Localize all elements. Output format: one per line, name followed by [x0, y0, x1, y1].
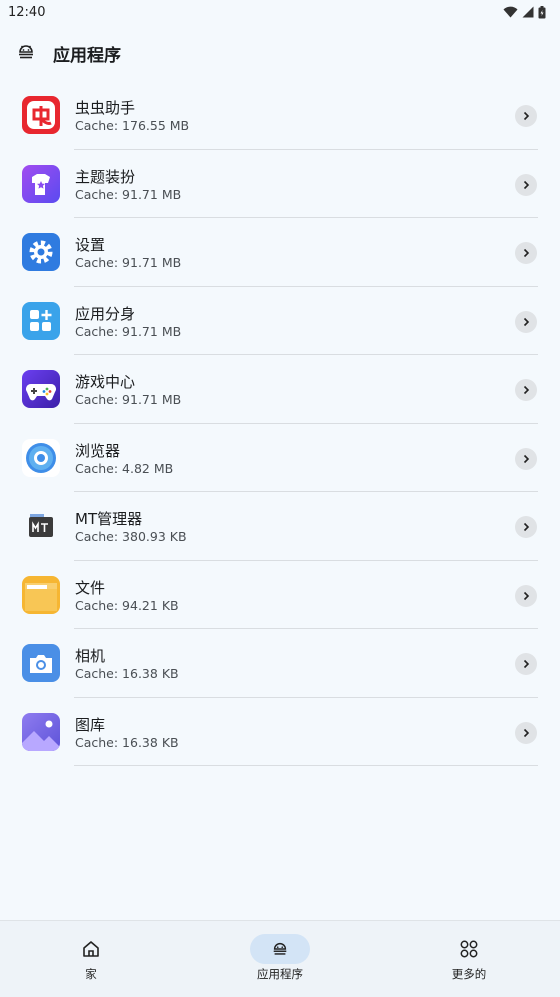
signal-icon [522, 6, 534, 18]
app-name: 应用分身 [75, 304, 136, 323]
chevron-right-icon[interactable] [515, 310, 537, 333]
list-item[interactable]: 浏览器 Cache: 4.82 MB [0, 424, 560, 492]
app-cache: Cache: 91.71 MB [75, 392, 182, 407]
divider [74, 765, 538, 766]
app-name: 浏览器 [75, 441, 121, 460]
list-item[interactable]: MT管理器 Cache: 380.93 KB [0, 492, 560, 561]
more-grid-icon [460, 940, 478, 958]
list-item[interactable]: 相机 Cache: 16.38 KB [0, 629, 560, 698]
app-cache: Cache: 91.71 MB [75, 186, 182, 202]
app-cache: Cache: 4.82 MB [75, 460, 174, 476]
list-item[interactable]: 文件 Cache: 94.21 KB [0, 561, 560, 629]
app-name: 相机 [75, 647, 106, 665]
chevron-right-icon[interactable] [515, 447, 537, 470]
home-icon [83, 941, 99, 957]
gallery-icon [22, 712, 60, 751]
list-item[interactable]: 图库 Cache: 16.38 KB [0, 698, 560, 766]
chevron-right-icon[interactable] [515, 242, 537, 264]
status-icons [503, 5, 546, 19]
chevron-right-icon[interactable] [515, 721, 537, 744]
chevron-right-icon[interactable] [515, 516, 537, 538]
app-cache: Cache: 16.38 KB [75, 734, 179, 750]
settings-icon [22, 233, 60, 271]
list-item[interactable]: 设置 Cache: 91.71 MB [0, 218, 560, 287]
nav-apps-pill [250, 934, 310, 964]
list-item[interactable]: 游戏中心 Cache: 91.71 MB [0, 355, 560, 424]
app-cache: Cache: 94.21 KB [75, 597, 179, 613]
nav-home-pill [61, 934, 121, 964]
nav-more-label: 更多的 [451, 967, 487, 981]
camera-icon [22, 644, 60, 682]
page-title: 应用程序 [53, 46, 121, 66]
app-cache: Cache: 91.71 MB [75, 323, 182, 339]
app-cache: Cache: 16.38 KB [75, 666, 179, 681]
chevron-right-icon[interactable] [515, 379, 537, 401]
app-cache: Cache: 91.71 MB [75, 255, 182, 270]
app-name: 虫虫助手 [75, 99, 136, 117]
app-name: MT管理器 [75, 510, 143, 528]
nav-more-pill [439, 934, 499, 964]
list-item[interactable]: 虫虫助手 Cache: 176.55 MB [0, 81, 560, 150]
status-time: 12:40 [8, 4, 46, 20]
nav-item-apps[interactable]: 应用程序 [220, 921, 340, 997]
android-apps-icon[interactable] [16, 42, 36, 62]
mt-manager-icon [22, 507, 60, 545]
theme-icon [22, 164, 60, 203]
list-item[interactable]: 应用分身 Cache: 91.71 MB [0, 287, 560, 355]
app-clone-icon [22, 301, 60, 340]
chevron-right-icon[interactable] [515, 584, 537, 607]
files-icon [22, 575, 60, 614]
bottom-navigation: 家 应用程序 更多的 [0, 920, 560, 997]
browser-icon [22, 438, 60, 477]
app-cache: Cache: 176.55 MB [75, 118, 190, 133]
list-item[interactable]: 主题装扮 Cache: 91.71 MB [0, 150, 560, 218]
nav-apps-label: 应用程序 [257, 967, 303, 981]
chevron-right-icon[interactable] [515, 105, 537, 127]
nav-item-home[interactable]: 家 [31, 921, 151, 997]
game-center-icon [22, 370, 60, 408]
app-name: 图库 [75, 715, 106, 734]
app-name: 设置 [75, 236, 106, 254]
app-cache: Cache: 380.93 KB [75, 529, 187, 544]
nav-home-label: 家 [85, 967, 97, 981]
android-apps-icon [273, 942, 287, 955]
chevron-right-icon[interactable] [515, 173, 537, 196]
battery-icon [538, 5, 546, 18]
app-name: 文件 [75, 578, 106, 597]
app-list: 虫虫助手 Cache: 176.55 MB 主题装扮 Cache: 91.71 … [0, 81, 560, 766]
app-name: 主题装扮 [75, 167, 136, 186]
chongchong-icon [22, 96, 60, 134]
nav-item-more[interactable]: 更多的 [409, 921, 529, 997]
wifi-icon [503, 6, 518, 18]
chevron-right-icon[interactable] [515, 653, 537, 675]
status-bar: 12:40 [0, 0, 560, 24]
app-name: 游戏中心 [75, 373, 136, 391]
top-app-bar: 应用程序 [0, 28, 560, 76]
